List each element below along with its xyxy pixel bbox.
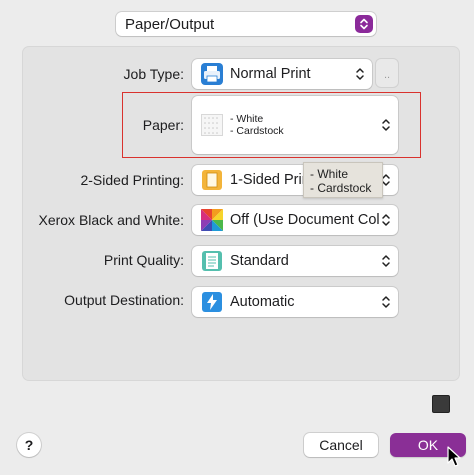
chevron-up-down-icon xyxy=(382,296,390,308)
job-type-value: Normal Print xyxy=(230,66,311,82)
help-button[interactable]: ? xyxy=(17,433,41,457)
document-lines-icon xyxy=(201,250,223,272)
output-destination-popup[interactable]: Automatic xyxy=(192,287,398,317)
chevron-up-down-icon xyxy=(356,68,364,80)
output-destination-label: Output Destination: xyxy=(64,292,184,308)
job-type-popup[interactable]: Normal Print xyxy=(192,59,372,89)
section-popup[interactable]: Paper/Output xyxy=(116,12,376,36)
chevron-up-down-icon xyxy=(355,15,373,33)
two-sided-label: 2-Sided Printing: xyxy=(80,172,184,188)
mouse-cursor-icon xyxy=(447,446,461,467)
xerox-bw-value: Off (Use Document Color) xyxy=(230,212,380,228)
tooltip-line2: - Cardstock xyxy=(310,181,372,195)
paper-label: Paper: xyxy=(142,117,184,133)
paper-value-line1: - White xyxy=(230,113,264,125)
color-swatch[interactable] xyxy=(432,395,450,413)
output-destination-value: Automatic xyxy=(230,294,295,310)
job-type-options-button[interactable]: .. xyxy=(376,59,398,87)
xerox-bw-popup[interactable]: Off (Use Document Color) xyxy=(192,205,398,235)
chevron-up-down-icon xyxy=(382,255,390,267)
chevron-up-down-icon xyxy=(382,119,390,131)
lightning-icon xyxy=(201,291,223,313)
color-grid-icon xyxy=(201,209,223,231)
printer-icon xyxy=(201,63,223,85)
paper-value-line2: - Cardstock xyxy=(230,125,284,137)
job-type-label: Job Type: xyxy=(123,66,184,82)
print-quality-label: Print Quality: xyxy=(103,252,184,268)
xerox-bw-label: Xerox Black and White: xyxy=(38,212,184,228)
paper-value: - White - Cardstock xyxy=(230,113,284,137)
print-quality-popup[interactable]: Standard xyxy=(192,246,398,276)
section-popup-label: Paper/Output xyxy=(125,15,215,33)
paper-tooltip: - White - Cardstock xyxy=(303,162,383,198)
cancel-button[interactable]: Cancel xyxy=(304,433,378,457)
chevron-up-down-icon xyxy=(382,214,390,226)
two-sided-value: 1-Sided Print xyxy=(230,172,304,188)
tooltip-line1: - White xyxy=(310,167,349,181)
paper-popup[interactable]: - White - Cardstock xyxy=(192,96,398,154)
paper-icon xyxy=(201,114,223,136)
one-sided-page-icon xyxy=(201,169,223,191)
print-quality-value: Standard xyxy=(230,253,289,269)
